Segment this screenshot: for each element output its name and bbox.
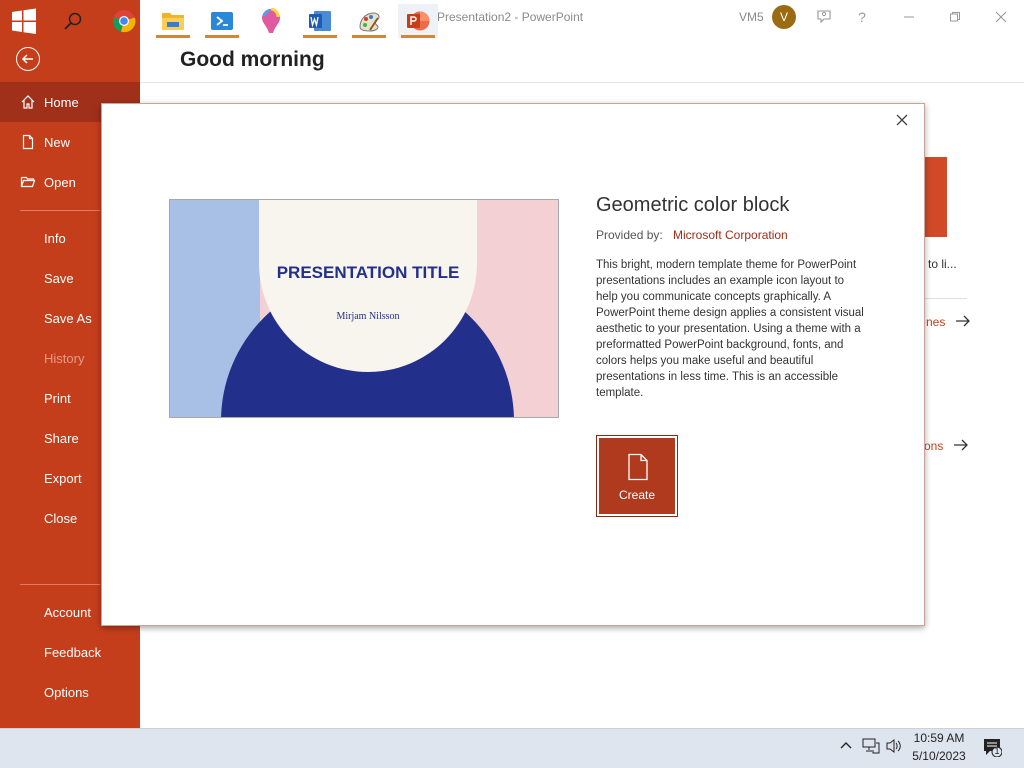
chrome-icon[interactable] bbox=[104, 4, 144, 38]
divider bbox=[140, 82, 1024, 83]
search-icon[interactable] bbox=[53, 4, 93, 38]
clock-time[interactable]: 10:59 AM bbox=[910, 731, 968, 745]
nav-item-label: Options bbox=[44, 684, 89, 700]
window-title: Presentation2 - PowerPoint bbox=[437, 10, 584, 24]
chevron-up-icon[interactable] bbox=[839, 738, 853, 755]
nav-item-options[interactable]: Options bbox=[0, 672, 140, 712]
template-title: Geometric color block bbox=[596, 194, 790, 216]
start-icon[interactable] bbox=[4, 4, 44, 38]
arrow-right-icon bbox=[949, 315, 971, 329]
template-dialog: PRESENTATION TITLE Mirjam Nilsson Geomet… bbox=[101, 103, 925, 626]
divider bbox=[922, 298, 967, 299]
paint-icon[interactable] bbox=[349, 4, 389, 38]
nav-item-label: New bbox=[44, 134, 71, 150]
more-themes-link[interactable]: nes bbox=[926, 315, 971, 329]
powerpoint-icon[interactable] bbox=[398, 4, 438, 38]
preview-subtitle: Mirjam Nilsson bbox=[336, 311, 400, 322]
nav-item-label: Share bbox=[44, 430, 79, 446]
page-title: Good morning bbox=[180, 48, 325, 71]
template-description: This bright, modern template theme for P… bbox=[596, 259, 864, 399]
more-presentations-link[interactable]: ons bbox=[924, 439, 969, 453]
home-icon bbox=[20, 94, 36, 110]
arrow-right-icon bbox=[947, 439, 969, 453]
template-preview: PRESENTATION TITLE Mirjam Nilsson bbox=[169, 199, 559, 418]
avatar[interactable]: V bbox=[772, 5, 796, 29]
provided-by-label: Provided by: bbox=[596, 228, 663, 242]
window-close-icon[interactable] bbox=[990, 6, 1012, 28]
create-label: Create bbox=[618, 488, 656, 502]
nav-item-label: Save bbox=[44, 270, 74, 286]
coauthor-icon[interactable] bbox=[813, 6, 835, 28]
network-icon[interactable] bbox=[862, 738, 880, 757]
volume-icon[interactable] bbox=[885, 738, 903, 757]
nav-item-feedback[interactable]: Feedback bbox=[0, 632, 140, 672]
nav-item-label: Open bbox=[44, 174, 76, 190]
nav-item-label: Close bbox=[44, 510, 78, 526]
provider-name: Microsoft Corporation bbox=[673, 228, 788, 242]
template-caption: to li... bbox=[928, 257, 957, 271]
nav-divider bbox=[20, 210, 100, 211]
file-explorer-icon[interactable] bbox=[153, 4, 193, 38]
nav-item-label: History bbox=[44, 350, 85, 366]
nav-item-label: Home bbox=[44, 94, 79, 110]
help-icon[interactable]: ? bbox=[851, 6, 873, 28]
preview-title: PRESENTATION TITLE bbox=[276, 263, 460, 282]
new-document-icon bbox=[627, 453, 649, 481]
create-button[interactable]: Create bbox=[596, 435, 678, 517]
remote-desktop-icon[interactable] bbox=[202, 4, 242, 38]
nav-item-label: Info bbox=[44, 230, 66, 246]
nav-item-label: Print bbox=[44, 390, 71, 406]
dialog-close-icon[interactable] bbox=[892, 110, 912, 130]
user-name[interactable]: VM5 bbox=[739, 10, 764, 24]
paint-3d-icon[interactable] bbox=[251, 4, 291, 38]
clock-date[interactable]: 5/10/2023 bbox=[910, 749, 968, 763]
nav-item-label: Feedback bbox=[44, 644, 102, 660]
nav-item-label: Save As bbox=[44, 310, 92, 326]
new-document-icon bbox=[20, 134, 36, 150]
back-arrow-icon[interactable] bbox=[16, 47, 40, 71]
notification-count: 1 bbox=[994, 746, 1000, 756]
link-label: ons bbox=[924, 439, 944, 453]
folder-open-icon bbox=[20, 174, 36, 190]
template-thumbnail[interactable] bbox=[922, 157, 947, 237]
minimize-icon[interactable] bbox=[898, 6, 920, 28]
notification-icon[interactable]: 1 bbox=[982, 737, 1003, 760]
nav-divider bbox=[20, 584, 100, 585]
link-label: nes bbox=[926, 315, 946, 329]
word-icon[interactable] bbox=[300, 4, 340, 38]
restore-icon[interactable] bbox=[944, 6, 966, 28]
nav-item-label: Export bbox=[44, 470, 82, 486]
nav-item-label: Account bbox=[44, 604, 91, 620]
